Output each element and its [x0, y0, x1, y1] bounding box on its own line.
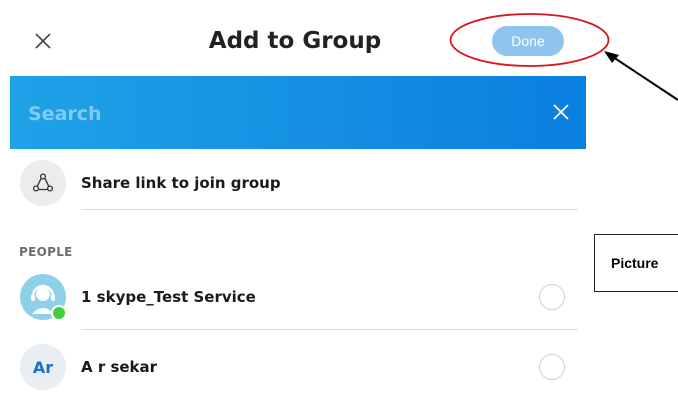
share-link-row[interactable]: Share link to join group — [20, 160, 580, 206]
contact-name: 1 skype_Test Service — [81, 288, 256, 306]
presence-online-indicator — [51, 305, 67, 321]
divider — [81, 209, 578, 210]
contact-row[interactable]: Ar A r sekar — [20, 344, 580, 390]
close-icon — [553, 104, 569, 120]
share-link-icon — [20, 160, 66, 206]
annotation-label-box: Picture — [594, 234, 678, 292]
avatar: Ar — [20, 344, 66, 390]
share-link-label: Share link to join group — [81, 174, 281, 192]
section-label-people: PEOPLE — [19, 245, 73, 259]
annotation-label: Picture — [611, 255, 659, 271]
search-clear-button[interactable] — [551, 102, 571, 122]
avatar-initials: Ar — [32, 357, 54, 377]
avatar — [20, 274, 67, 321]
select-contact-checkbox[interactable] — [539, 354, 565, 380]
annotation-arrow — [604, 51, 678, 101]
annotation-highlight-ellipse — [449, 13, 610, 67]
divider — [81, 329, 578, 330]
contact-row[interactable]: 1 skype_Test Service — [20, 274, 580, 321]
search-input[interactable] — [26, 96, 510, 132]
share-link-icon-glyph — [32, 173, 54, 192]
search-bar — [10, 76, 586, 149]
contact-name: A r sekar — [81, 358, 158, 376]
select-contact-checkbox[interactable] — [539, 284, 565, 310]
